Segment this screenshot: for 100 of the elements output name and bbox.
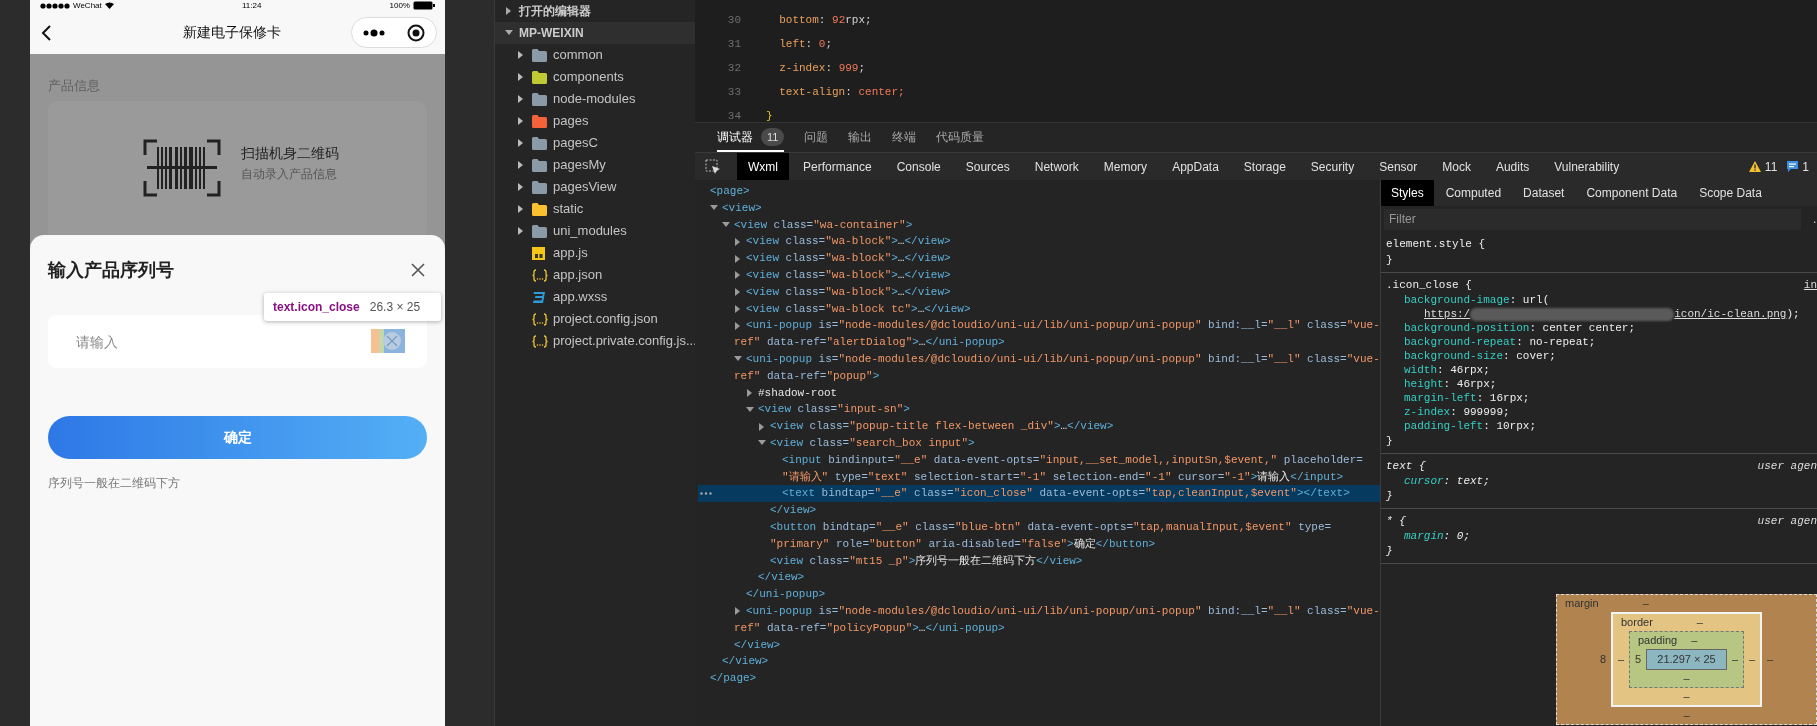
devtools-tab[interactable]: Memory [1092, 152, 1159, 181]
dom-tree-row[interactable]: </view> [698, 569, 1380, 587]
panel-tab[interactable]: 终端 [892, 124, 917, 152]
collapse-arrow-icon[interactable] [746, 405, 754, 414]
close-icon[interactable] [411, 263, 425, 277]
capsule-menu[interactable] [351, 17, 437, 48]
expand-arrow-icon[interactable] [758, 422, 766, 431]
dom-tree-row[interactable]: <view class="wa-container"> [698, 216, 1380, 234]
devtools-tab[interactable]: AppData [1161, 152, 1230, 181]
collapse-arrow-icon[interactable] [505, 29, 513, 37]
file-tree-item[interactable]: pages [495, 110, 695, 132]
message-icon[interactable] [1787, 161, 1799, 172]
expand-arrow-icon[interactable] [517, 227, 525, 235]
back-icon[interactable] [40, 24, 52, 41]
dom-tree-row[interactable]: <view class="wa-block">…</view> [698, 250, 1380, 267]
dom-tree-row[interactable]: <uni-popup is="node-modules/@dcloudio/uni-ui/lib/uni-popup/uni-popup" bind:__l="__l" class="vue- ref" data-ref="popup"> [698, 350, 1380, 385]
file-tree-item[interactable]: app.wxss [495, 286, 695, 308]
serial-input-field[interactable]: 请输入 [48, 315, 427, 368]
scan-card[interactable]: 扫描机身二维码 自动录入产品信息 [48, 101, 427, 235]
styles-tab[interactable]: Styles [1381, 180, 1434, 206]
panel-tab[interactable]: 问题 [804, 124, 829, 152]
devtools-tab[interactable]: Performance [792, 152, 883, 181]
expand-arrow-icon[interactable] [734, 288, 742, 297]
expand-arrow-icon[interactable] [517, 183, 525, 191]
file-tree-item[interactable]: static [495, 198, 695, 220]
url-link-end[interactable]: icon/ic-clean.png [1674, 307, 1787, 321]
file-tree-item[interactable]: pagesC [495, 132, 695, 154]
warning-icon[interactable] [1748, 161, 1761, 172]
target-icon[interactable] [407, 23, 425, 42]
expand-arrow-icon[interactable] [734, 321, 742, 330]
expand-arrow-icon[interactable] [517, 73, 525, 81]
file-tree-item[interactable]: node-modules [495, 88, 695, 110]
dom-tree-row[interactable]: <view class="wa-block">…</view> [698, 233, 1380, 251]
devtools-tab[interactable]: Mock [1431, 152, 1482, 181]
expand-arrow-icon[interactable] [517, 51, 525, 59]
dom-tree-row[interactable]: <text bindtap="__e" class="icon_close" data-event-opts="tap,cleanInput,$event"></text> [698, 485, 1380, 503]
explorer-section-header[interactable]: 打开的编辑器 [495, 0, 695, 22]
dom-tree-row[interactable]: <uni-popup is="node-modules/@dcloudio/uni-ui/lib/uni-popup/uni-popup" bind:__l="__l" class="vue- ref" data-ref="alertDialog">…</uni-popup> [698, 317, 1380, 351]
expand-arrow-icon[interactable] [517, 161, 525, 169]
dom-tree-row[interactable]: <view class="wa-block tc">…</view> [698, 300, 1380, 318]
dom-tree-row[interactable]: <view class="mt15 _p">序列号一般在二维码下方</view> [698, 552, 1380, 570]
expand-arrow-icon[interactable] [734, 271, 742, 280]
dom-tree-row[interactable]: <input bindinput="__e" data-event-opts="input,__set_model,,inputSn,$event," placeholder= "请输入" type="text" selection-start="-1" selection-end="-1" cursor="-1">请输入</input> [698, 451, 1380, 486]
expand-arrow-icon[interactable] [517, 117, 525, 125]
file-tree-item[interactable]: app.js [495, 242, 695, 264]
styles-tab[interactable]: Computed [1435, 180, 1512, 206]
panel-tab[interactable]: 输出 [848, 124, 873, 152]
more-icon[interactable] [363, 28, 385, 37]
source-link[interactable]: in [1803, 277, 1817, 293]
dom-tree-row[interactable]: #shadow-root [698, 384, 1380, 402]
more-options[interactable]: . [1813, 210, 1817, 228]
styles-tab[interactable]: Scope Data [1689, 180, 1772, 206]
file-tree-item[interactable]: project.config.json [495, 308, 695, 330]
dom-tree-row[interactable]: </page> [698, 670, 1380, 687]
devtools-tab[interactable]: Vulnerability [1543, 152, 1631, 181]
dom-tree-row[interactable]: <uni-popup is="node-modules/@dcloudio/uni-ui/lib/uni-popup/uni-popup" bind:__l="__l" class="vue- ref" data-ref="policyPopup">…</uni-popup> [698, 602, 1380, 637]
dom-tree-row[interactable]: </view> [698, 502, 1380, 519]
file-tree-item[interactable]: common [495, 44, 695, 66]
dom-tree-row[interactable]: <view class="popup-title flex-between _div">…</view> [698, 418, 1380, 435]
url-link-start[interactable]: https:/ [1424, 307, 1471, 321]
expand-arrow-icon[interactable] [746, 388, 754, 397]
styles-tab[interactable]: Component Data [1576, 180, 1688, 206]
expand-arrow-icon[interactable] [505, 7, 513, 15]
devtools-tab[interactable]: Network [1023, 152, 1090, 181]
explorer-section-header[interactable]: MP-WEIXIN [495, 22, 695, 44]
file-tree-item[interactable]: project.private.config.js... [495, 330, 695, 352]
expand-arrow-icon[interactable] [517, 205, 525, 213]
message-count[interactable]: 1 [1802, 157, 1809, 176]
expand-arrow-icon[interactable] [734, 237, 742, 246]
styles-tab[interactable]: Dataset [1513, 180, 1575, 206]
expand-arrow-icon[interactable] [734, 304, 742, 313]
expand-arrow-icon[interactable] [517, 139, 525, 147]
collapse-arrow-icon[interactable] [722, 221, 730, 229]
panel-tab[interactable]: 代码质量 [936, 124, 985, 152]
warning-count[interactable]: 11 [1764, 157, 1778, 176]
dom-tree-row[interactable]: <view class="wa-block">…</view> [698, 283, 1380, 301]
expand-arrow-icon[interactable] [734, 254, 742, 263]
filter-field[interactable]: Filter [1384, 208, 1801, 230]
dom-tree-row[interactable]: </uni-popup> [698, 586, 1380, 603]
file-tree-item[interactable]: components [495, 66, 695, 88]
devtools-tab[interactable]: Wxml [737, 152, 789, 181]
file-tree-item[interactable]: uni_modules [495, 220, 695, 242]
devtools-tab[interactable]: Audits [1484, 152, 1541, 181]
dom-tree-row[interactable]: <view class="input-sn"> [698, 401, 1380, 419]
devtools-tab[interactable]: Sources [954, 152, 1021, 181]
inspect-element-icon[interactable] [705, 158, 721, 175]
dom-tree-row[interactable]: <page> [698, 183, 1380, 200]
file-tree-item[interactable]: app.json [495, 264, 695, 286]
file-tree-item[interactable]: pagesView [495, 176, 695, 198]
expand-arrow-icon[interactable] [734, 607, 742, 616]
devtools-tab[interactable]: Console [885, 152, 952, 181]
dom-tree-row[interactable]: <view class="search_box input"> [698, 434, 1380, 452]
dom-tree-row[interactable]: <button bindtap="__e" class="blue-btn" data-event-opts="tap,manualInput,$event" type= "primary" role="button" aria-disabled="false">确定</button> [698, 518, 1380, 553]
dom-tree-row[interactable]: <view class="wa-block">…</view> [698, 267, 1380, 284]
dom-tree-row[interactable]: </view> [698, 653, 1380, 671]
dom-tree-row[interactable]: </view> [698, 636, 1380, 654]
expand-arrow-icon[interactable] [517, 95, 525, 103]
devtools-tab[interactable]: Security [1299, 152, 1366, 181]
devtools-tab[interactable]: Storage [1232, 152, 1297, 181]
dom-tree-row[interactable]: <view> [698, 199, 1380, 217]
